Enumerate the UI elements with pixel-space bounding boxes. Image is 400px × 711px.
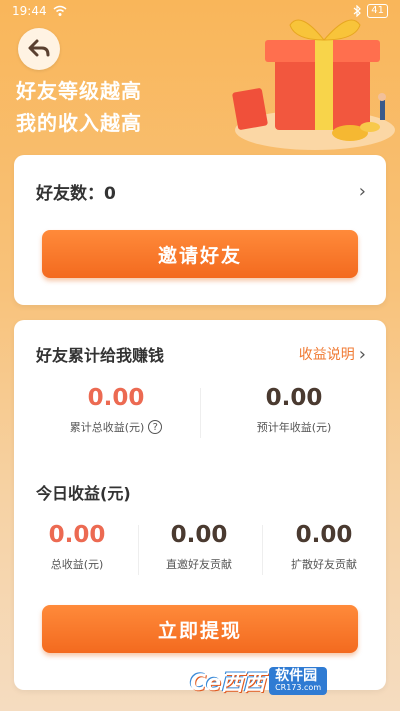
earnings-explanation-label: 收益说明 bbox=[298, 347, 355, 363]
watermark-url: CR173.com bbox=[275, 683, 322, 693]
total-earnings-label: 累计总收益(元) bbox=[69, 421, 145, 434]
hero-title-line1: 好友等级越高 bbox=[16, 79, 142, 103]
today-total-label: 总收益(元) bbox=[50, 558, 104, 571]
friends-count-row[interactable]: 好友数：0 › bbox=[36, 179, 366, 204]
spread-friends-value: 0.00 bbox=[295, 522, 353, 548]
divider bbox=[262, 525, 263, 575]
invite-friends-button[interactable]: 邀请好友 bbox=[42, 230, 358, 278]
spread-friends-stat: 0.00 扩散好友贡献 bbox=[269, 522, 379, 572]
wifi-icon bbox=[53, 5, 67, 16]
withdraw-button[interactable]: 立即提现 bbox=[42, 605, 358, 653]
back-button[interactable] bbox=[18, 28, 60, 70]
direct-invite-stat: 0.00 直邀好友贡献 bbox=[144, 522, 254, 572]
annual-earnings-value: 0.00 bbox=[265, 385, 323, 411]
total-earnings-value: 0.00 bbox=[87, 385, 145, 411]
chevron-right-icon: › bbox=[358, 343, 366, 365]
today-total-value: 0.00 bbox=[48, 522, 106, 548]
today-earnings-title: 今日收益(元) bbox=[36, 484, 131, 503]
back-arrow-icon bbox=[28, 39, 50, 57]
spread-friends-label: 扩散好友贡献 bbox=[291, 558, 357, 571]
gift-box-illustration bbox=[232, 19, 395, 150]
earnings-title: 好友累计给我赚钱 bbox=[36, 346, 165, 365]
chevron-right-icon: › bbox=[358, 181, 366, 202]
divider bbox=[138, 525, 139, 575]
earnings-explanation-link[interactable]: 收益说明 › bbox=[299, 344, 366, 365]
today-total-stat: 0.00 总收益(元) bbox=[22, 522, 132, 572]
watermark-name: 软件园 bbox=[275, 667, 318, 684]
earnings-card: 好友累计给我赚钱 收益说明 › 0.00 累计总收益(元) ? 0.00 预计年… bbox=[14, 320, 386, 690]
direct-invite-label: 直邀好友贡献 bbox=[166, 558, 232, 571]
help-icon[interactable]: ? bbox=[148, 420, 163, 434]
watermark: Ce西西 软件园 CR173.com bbox=[190, 665, 328, 697]
hero-title-line2: 我的收入越高 bbox=[16, 111, 142, 135]
total-earnings-stat: 0.00 累计总收益(元) ? bbox=[36, 385, 196, 435]
annual-earnings-stat: 0.00 预计年收益(元) bbox=[214, 385, 374, 435]
watermark-logo: Ce西西 bbox=[190, 671, 266, 696]
friends-card: 好友数：0 › 邀请好友 bbox=[14, 155, 386, 305]
direct-invite-value: 0.00 bbox=[170, 522, 228, 548]
annual-earnings-label: 预计年收益(元) bbox=[256, 421, 332, 434]
status-time: 19:44 bbox=[12, 4, 47, 18]
divider bbox=[200, 388, 201, 438]
friends-count-label: 好友数：0 bbox=[36, 184, 116, 204]
